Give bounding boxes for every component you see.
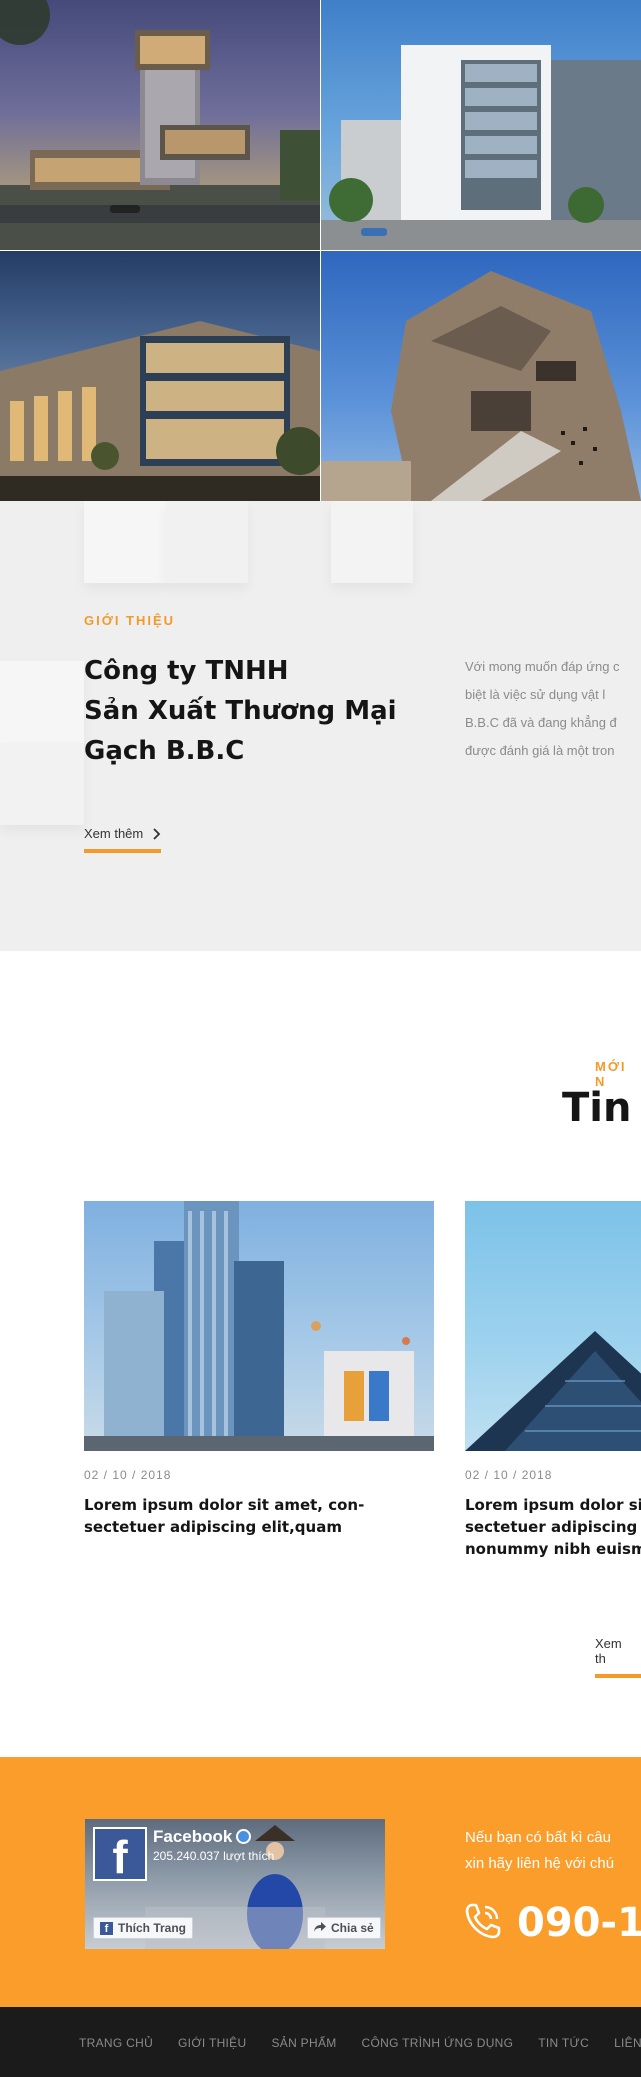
facebook-share-label: Chia sẻ	[331, 1921, 374, 1935]
contact-text-line: Nếu bạn có bất kì câu	[465, 1829, 611, 1846]
decor-square	[331, 501, 413, 583]
contact-text-line: xin hãy liên hệ với chú	[465, 1855, 615, 1872]
intro-text-line: B.B.C đã và đang khẳng đ	[465, 715, 617, 730]
intro-text-line: biệt là việc sử dụng vật l	[465, 687, 606, 702]
facebook-like-page-button[interactable]: f Thích Trang	[93, 1917, 194, 1939]
footer-nav-products[interactable]: SẢN PHẨM	[271, 2036, 336, 2050]
news-card-title-line[interactable]: Lorem ipsum dolor sit amet, con-	[84, 1494, 434, 1516]
decor-square	[0, 661, 84, 743]
footer-nav-about[interactable]: GIỚI THIỆU	[178, 2036, 246, 2050]
decor-square	[166, 501, 248, 583]
news-card-title-line[interactable]: Lorem ipsum dolor si	[465, 1494, 641, 1516]
contact-message: Nếu bạn có bất kì câu xin hãy liên hệ vớ…	[465, 1825, 641, 1877]
news-section: MỚI N Tin 02 / 10 / 2018 Lorem ipsum dol…	[0, 951, 641, 1757]
intro-text-line: được đánh giá là một tron	[465, 743, 615, 758]
intro-text-line: Với mong muốn đáp ứng c	[465, 659, 620, 674]
intro-description: Với mong muốn đáp ứng c biệt là việc sử …	[465, 653, 641, 763]
footer: TRANG CHỦ GIỚI THIỆU SẢN PHẨM CÔNG TRÌNH…	[0, 2007, 641, 2077]
footer-nav-news[interactable]: TIN TỨC	[538, 2036, 589, 2050]
facebook-page-name-text[interactable]: Facebook	[153, 1827, 232, 1846]
intro-section: GIỚI THIỆU Công ty TNHH Sản Xuất Thương …	[0, 501, 641, 951]
news-card-image[interactable]	[84, 1201, 434, 1451]
gallery-image-angular-concrete-building	[321, 251, 641, 501]
intro-more-label: Xem thêm	[84, 826, 144, 841]
facebook-like-label: Thích Trang	[118, 1921, 187, 1935]
footer-nav-home[interactable]: TRANG CHỦ	[79, 2036, 153, 2050]
news-card-date: 02 / 10 / 2018	[465, 1468, 553, 1482]
phone-icon	[463, 1901, 503, 1945]
news-card-title-line[interactable]: sectetuer adipiscing elit,quam	[84, 1516, 434, 1538]
hero-gallery	[0, 0, 641, 501]
facebook-page-name[interactable]: Facebook	[153, 1827, 252, 1847]
facebook-share-button[interactable]: Chia sẻ	[307, 1917, 381, 1939]
footer-nav: TRANG CHỦ GIỚI THIỆU SẢN PHẨM CÔNG TRÌNH…	[79, 2036, 641, 2050]
news-card-title[interactable]: Lorem ipsum dolor si sectetuer adipiscin…	[465, 1494, 641, 1560]
intro-title-line: Công ty TNHH	[84, 656, 289, 686]
footer-nav-projects[interactable]: CÔNG TRÌNH ỨNG DỤNG	[362, 2036, 514, 2050]
decor-square	[0, 743, 84, 825]
intro-title-line: Gạch B.B.C	[84, 736, 245, 766]
facebook-page-widget[interactable]: f Facebook 205.240.037 lượt thích f Thíc…	[85, 1819, 385, 1949]
gallery-image-glass-stone-building	[0, 251, 320, 501]
news-title: Tin	[562, 1085, 632, 1131]
news-card-title-line[interactable]: nonummy nibh euism	[465, 1538, 641, 1560]
verified-badge-icon	[236, 1829, 252, 1844]
share-arrow-icon	[314, 1921, 326, 1935]
decor-square	[84, 501, 166, 583]
gallery-image-office-building	[321, 0, 641, 250]
news-card-title[interactable]: Lorem ipsum dolor sit amet, con- sectetu…	[84, 1494, 434, 1538]
intro-title-line: Sản Xuất Thương Mại	[84, 696, 397, 726]
intro-title: Công ty TNHH Sản Xuất Thương Mại Gạch B.…	[84, 651, 424, 771]
facebook-logo-icon: f	[93, 1827, 147, 1883]
chevron-right-icon	[153, 827, 161, 840]
intro-eyebrow: GIỚI THIỆU	[84, 613, 176, 628]
phone-number[interactable]: 090-1	[517, 1900, 641, 1946]
footer-nav-contact[interactable]: LIÊN HỆ	[614, 2036, 641, 2050]
contact-phone[interactable]: 090-1	[463, 1900, 641, 1946]
contact-section: f Facebook 205.240.037 lượt thích f Thíc…	[0, 1757, 641, 2007]
news-card-date: 02 / 10 / 2018	[84, 1468, 172, 1482]
gallery-image-modern-tower	[0, 0, 320, 250]
intro-more-link[interactable]: Xem thêm	[84, 826, 162, 853]
news-card[interactable]: 02 / 10 / 2018 Lorem ipsum dolor si sect…	[465, 1201, 641, 1560]
facebook-small-icon: f	[100, 1921, 113, 1935]
news-card-title-line[interactable]: sectetuer adipiscing	[465, 1516, 641, 1538]
news-more-label: Xem th	[595, 1636, 622, 1666]
facebook-like-count: 205.240.037 lượt thích	[153, 1849, 275, 1863]
news-card[interactable]: 02 / 10 / 2018 Lorem ipsum dolor sit ame…	[84, 1201, 434, 1538]
news-more-link[interactable]: Xem th	[595, 1636, 641, 1678]
news-card-image[interactable]	[465, 1201, 641, 1451]
